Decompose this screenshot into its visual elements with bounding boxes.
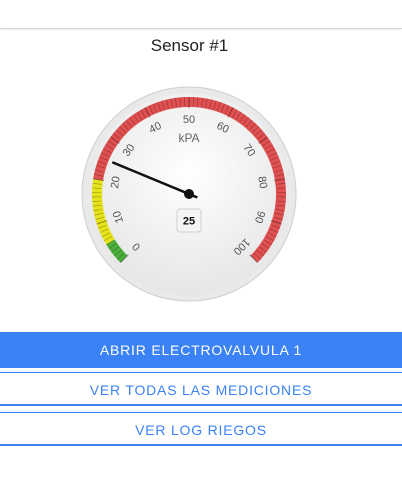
gauge-tick-label: 50 — [183, 114, 195, 126]
open-valve-button[interactable]: ABRIR ELECTROVALVULA 1 — [0, 332, 402, 368]
view-all-measurements-button[interactable]: VER TODAS LAS MEDICIONES — [0, 372, 402, 406]
gauge-unit-label: kPA — [178, 131, 199, 145]
gauge-value-readout: 25 — [183, 216, 195, 228]
pressure-gauge: 0 10 20 30 40 50 60 70 80 90 100 kPA 25 — [78, 83, 300, 305]
top-bar — [0, 0, 402, 29]
gauge-svg: 010203040 50 60708090100 kPA 25 — [81, 86, 297, 302]
gauge-tick-label: 80 — [255, 175, 269, 189]
gauge-needle-hub — [184, 189, 194, 199]
view-irrigation-log-button[interactable]: VER LOG RIEGOS — [0, 412, 402, 446]
gauge-tick-label: 20 — [109, 175, 123, 189]
sensor-title: Sensor #1 — [150, 36, 229, 55]
